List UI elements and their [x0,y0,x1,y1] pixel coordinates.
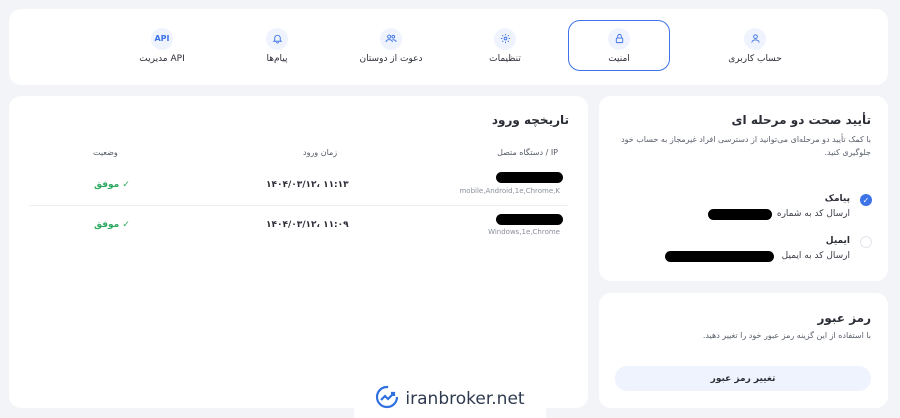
watermark: iranbroker.net [354,379,546,418]
password-title: رمز عبور [817,311,871,325]
login-history-title: تاریخچه ورود [491,113,569,127]
lock-icon [608,27,630,50]
status-badge: موفق ✓ [94,180,130,190]
tab-invite-friends-label: دعوت از دوستان [359,53,423,64]
table-row: mobile,Android,1e,Chrome,K ۱۴۰۴/۰۳/۱۲، ۱… [29,166,568,206]
two-factor-description: با کمک تأیید دو مرحله‌ای می‌توانید از دس… [621,135,871,157]
tab-settings-label: تنظیمات [489,53,521,64]
redacted-email [665,251,774,262]
redacted-ip [496,172,563,183]
table-row: Windows,1e,Chrome ۱۴۰۴/۰۳/۱۲، ۱۱:۰۹ موفق… [29,206,568,246]
tab-messages[interactable]: پیام‌ها [226,20,328,71]
gear-icon [494,27,516,50]
change-password-button[interactable]: تغییر رمز عبور [615,366,871,391]
password-description: با استفاده از این گزینه رمز عبور خود را … [702,331,871,340]
device-name: mobile,Android,1e,Chrome,K [459,187,560,195]
redacted-phone [708,209,772,220]
watermark-text: iranbroker.net [405,388,525,409]
chart-logo-icon [375,385,399,413]
tab-api-management[interactable]: API مدیریت API [111,20,213,71]
sms-option-title: پیامک [824,194,850,204]
column-header-device: دستگاه متصل / IP [497,148,558,157]
tab-security-label: امنیت [608,53,630,64]
email-option-title: ایمیل [825,236,850,246]
login-time: ۱۴۰۴/۰۳/۱۲، ۱۱:۰۹ [266,220,349,230]
settings-tab-bar: حساب کاربری امنیت تنظیمات دعوت از دوستان… [9,9,888,85]
column-header-time: زمان ورود [303,148,338,157]
check-icon: ✓ [862,195,870,205]
two-factor-title: تأیید صحت دو مرحله ای [731,113,871,127]
status-badge: موفق ✓ [94,220,130,230]
sms-option-subtitle: ارسال کد به شماره [776,209,850,219]
api-icon: API [151,27,173,50]
device-name: Windows,1e,Chrome [488,228,560,236]
tab-account[interactable]: حساب کاربری [704,20,806,71]
sms-radio[interactable]: ✓ [860,194,872,206]
tab-security[interactable]: امنیت [568,20,670,71]
users-icon [380,27,402,50]
email-radio[interactable] [860,236,872,248]
tab-api-management-label: مدیریت API [139,53,185,64]
redacted-ip [496,214,563,225]
tab-account-label: حساب کاربری [728,53,782,64]
password-card: رمز عبور با استفاده از این گزینه رمز عبو… [599,293,888,408]
tab-messages-label: پیام‌ها [266,53,288,64]
tab-settings[interactable]: تنظیمات [454,20,556,71]
email-option-subtitle: ارسال کد به ایمیل [781,251,850,261]
two-factor-card: تأیید صحت دو مرحله ای با کمک تأیید دو مر… [599,96,888,281]
login-time: ۱۴۰۴/۰۳/۱۲، ۱۱:۱۳ [266,180,349,190]
login-history-card: تاریخچه ورود دستگاه متصل / IP زمان ورود … [9,96,588,408]
bell-icon [266,27,288,50]
tab-invite-friends[interactable]: دعوت از دوستان [340,20,442,71]
column-header-status: وضعیت [93,148,118,157]
user-icon [744,27,766,50]
